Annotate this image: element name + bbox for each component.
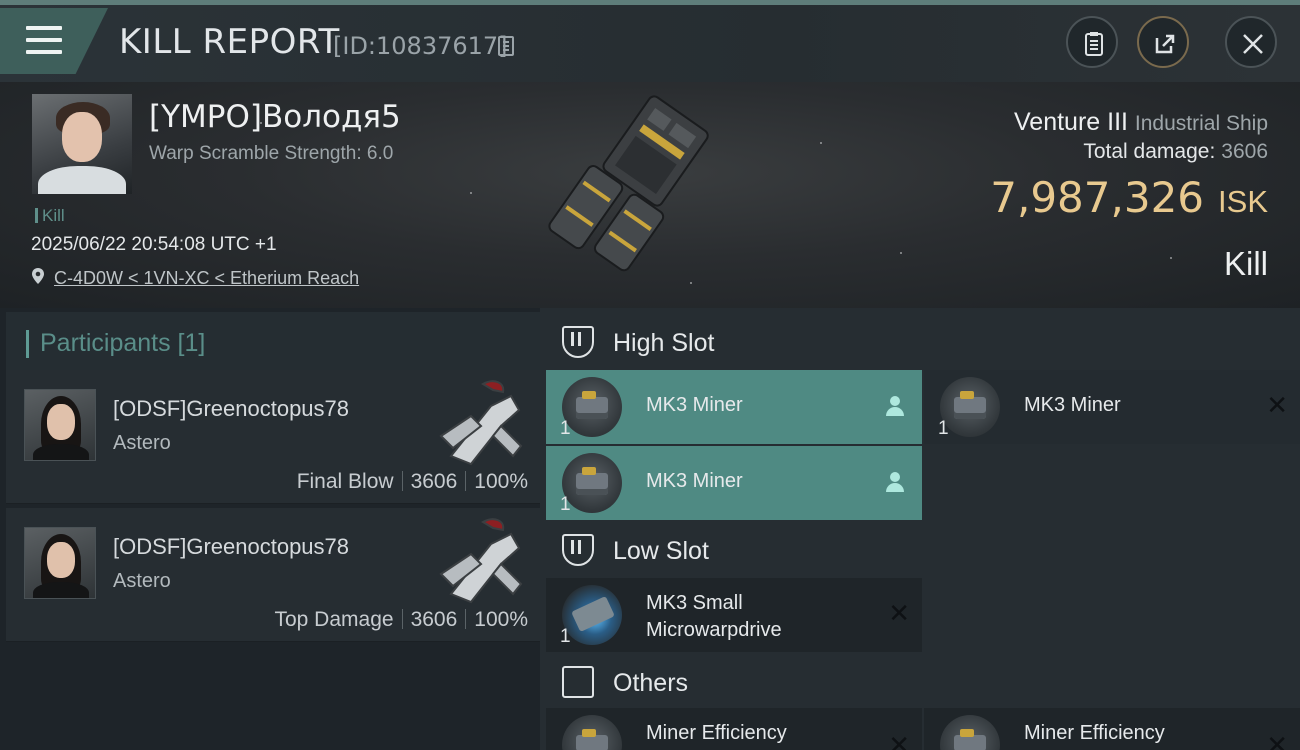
fitting-panel: High Slot 1 MK3 Miner 1 MK3 Miner ✕ 1 MK… bbox=[540, 308, 1300, 750]
module-name: Miner Efficiency bbox=[646, 722, 787, 744]
participant-role: Final Blow bbox=[296, 470, 394, 493]
share-button[interactable] bbox=[1137, 16, 1189, 68]
miner-module-icon bbox=[562, 377, 622, 437]
participants-panel: Participants [1] [ODSF]Greenoctopus78 As… bbox=[0, 308, 540, 750]
menu-button[interactable] bbox=[0, 8, 108, 74]
isk-value: 7,987,326 ISK bbox=[990, 173, 1268, 222]
module-item[interactable]: 1 MK3 Miner bbox=[546, 446, 922, 520]
participant-stats: Top Damage 3606 100% bbox=[274, 608, 528, 632]
ship-class: Industrial Ship bbox=[1134, 112, 1268, 135]
microwarpdrive-module-icon bbox=[562, 585, 622, 645]
person-icon bbox=[886, 396, 904, 416]
ship-name-text: Venture III bbox=[1014, 108, 1128, 136]
module-item[interactable]: 1 MK3 Miner ✕ bbox=[924, 370, 1300, 444]
victim-ship-image bbox=[548, 95, 709, 272]
module-name: MK3 Miner bbox=[646, 394, 743, 416]
person-icon bbox=[886, 472, 904, 492]
module-item[interactable]: 1 MK3 Small Microwarpdrive ✕ bbox=[546, 578, 922, 652]
participant-card[interactable]: [ODSF]Greenoctopus78 Astero Top Damage 36… bbox=[6, 508, 540, 642]
x-icon: ✕ bbox=[1266, 730, 1288, 750]
report-id: [ID:10837617] bbox=[333, 32, 508, 60]
copy-icon[interactable] bbox=[498, 36, 514, 56]
victim-name[interactable]: [YMPO]Володя5 bbox=[149, 99, 401, 135]
participant-ship-image bbox=[439, 380, 523, 466]
total-damage: Total damage: 3606 bbox=[1083, 140, 1268, 164]
share-icon bbox=[1155, 34, 1175, 54]
module-qty: 1 bbox=[560, 494, 571, 515]
module-item[interactable]: 1 MK3 Miner bbox=[546, 370, 922, 444]
victim-ship-name: Venture III Industrial Ship bbox=[1014, 108, 1268, 137]
module-item[interactable]: 1 Miner Efficiency ✕ bbox=[546, 708, 922, 750]
location-pin-icon bbox=[32, 268, 44, 284]
low-slot-label: Low Slot bbox=[613, 537, 709, 565]
participant-name[interactable]: [ODSF]Greenoctopus78 bbox=[113, 534, 349, 560]
participant-avatar[interactable] bbox=[24, 527, 96, 599]
miner-efficiency-module-icon bbox=[562, 715, 622, 750]
high-slot-header: High Slot bbox=[540, 312, 1300, 372]
x-icon: ✕ bbox=[888, 598, 910, 628]
kill-tag: Kill bbox=[35, 206, 65, 226]
miner-module-icon bbox=[562, 453, 622, 513]
location-link[interactable]: C-4D0W < 1VN-XC < Etherium Reach bbox=[54, 268, 359, 289]
others-header: Others bbox=[540, 652, 1300, 712]
x-icon: ✕ bbox=[1266, 390, 1288, 420]
module-name: MK3 Miner bbox=[646, 470, 743, 492]
module-name: MK3 Small Microwarpdrive bbox=[646, 590, 782, 644]
victim-banner: [YMPO]Володя5 Warp Scramble Strength: 6.… bbox=[0, 82, 1300, 308]
clipboard-icon bbox=[1085, 32, 1103, 56]
participant-damage: 3606 bbox=[410, 470, 458, 493]
total-damage-value: 3606 bbox=[1221, 140, 1268, 163]
isk-amount: 7,987,326 bbox=[990, 173, 1205, 222]
module-qty: 1 bbox=[560, 626, 571, 647]
close-button[interactable] bbox=[1225, 16, 1277, 68]
isk-unit: ISK bbox=[1218, 184, 1268, 219]
clipboard-button[interactable] bbox=[1066, 16, 1118, 68]
module-name-line2: Microwarpdrive bbox=[646, 619, 782, 641]
victim-avatar[interactable] bbox=[32, 94, 132, 194]
module-item[interactable]: 1 Miner Efficiency ✕ bbox=[924, 708, 1300, 750]
low-slot-icon bbox=[562, 534, 594, 566]
total-damage-label: Total damage: bbox=[1083, 140, 1216, 163]
participant-ship-image bbox=[439, 518, 523, 604]
participant-avatar[interactable] bbox=[24, 389, 96, 461]
participant-percent: 100% bbox=[474, 470, 528, 493]
participant-role: Top Damage bbox=[274, 608, 394, 631]
close-icon bbox=[1243, 34, 1263, 54]
module-name: MK3 Miner bbox=[1024, 394, 1121, 416]
participant-damage: 3606 bbox=[410, 608, 458, 631]
module-qty: 1 bbox=[560, 418, 571, 439]
participant-ship: Astero bbox=[113, 432, 171, 454]
others-cube-icon bbox=[562, 666, 594, 698]
high-slot-label: High Slot bbox=[613, 329, 715, 357]
participant-percent: 100% bbox=[474, 608, 528, 631]
low-slot-header: Low Slot bbox=[540, 520, 1300, 580]
participant-card[interactable]: [ODSF]Greenoctopus78 Astero Final Blow 36… bbox=[6, 370, 540, 504]
header-bar: KILL REPORT [ID:10837617] bbox=[0, 0, 1300, 82]
menu-icon bbox=[26, 26, 62, 56]
module-name-line1: MK3 Small bbox=[646, 592, 743, 614]
participant-name[interactable]: [ODSF]Greenoctopus78 bbox=[113, 396, 349, 422]
module-qty: 1 bbox=[938, 418, 949, 439]
x-icon: ✕ bbox=[888, 730, 910, 750]
participant-stats: Final Blow 3606 100% bbox=[297, 470, 528, 494]
module-name: Miner Efficiency bbox=[1024, 722, 1165, 744]
participants-header: Participants [1] bbox=[6, 312, 540, 374]
kill-datetime: 2025/06/22 20:54:08 UTC +1 bbox=[31, 234, 277, 255]
high-slot-icon bbox=[562, 326, 594, 358]
miner-module-icon bbox=[940, 377, 1000, 437]
page-title: KILL REPORT bbox=[119, 22, 340, 62]
result-label: Kill bbox=[1223, 245, 1268, 282]
warp-scramble-strength: Warp Scramble Strength: 6.0 bbox=[149, 143, 394, 164]
participant-ship: Astero bbox=[113, 570, 171, 592]
header-accent-line bbox=[0, 0, 1300, 5]
participants-title: Participants [1] bbox=[40, 329, 206, 357]
miner-efficiency-module-icon bbox=[940, 715, 1000, 750]
others-label: Others bbox=[613, 669, 689, 697]
